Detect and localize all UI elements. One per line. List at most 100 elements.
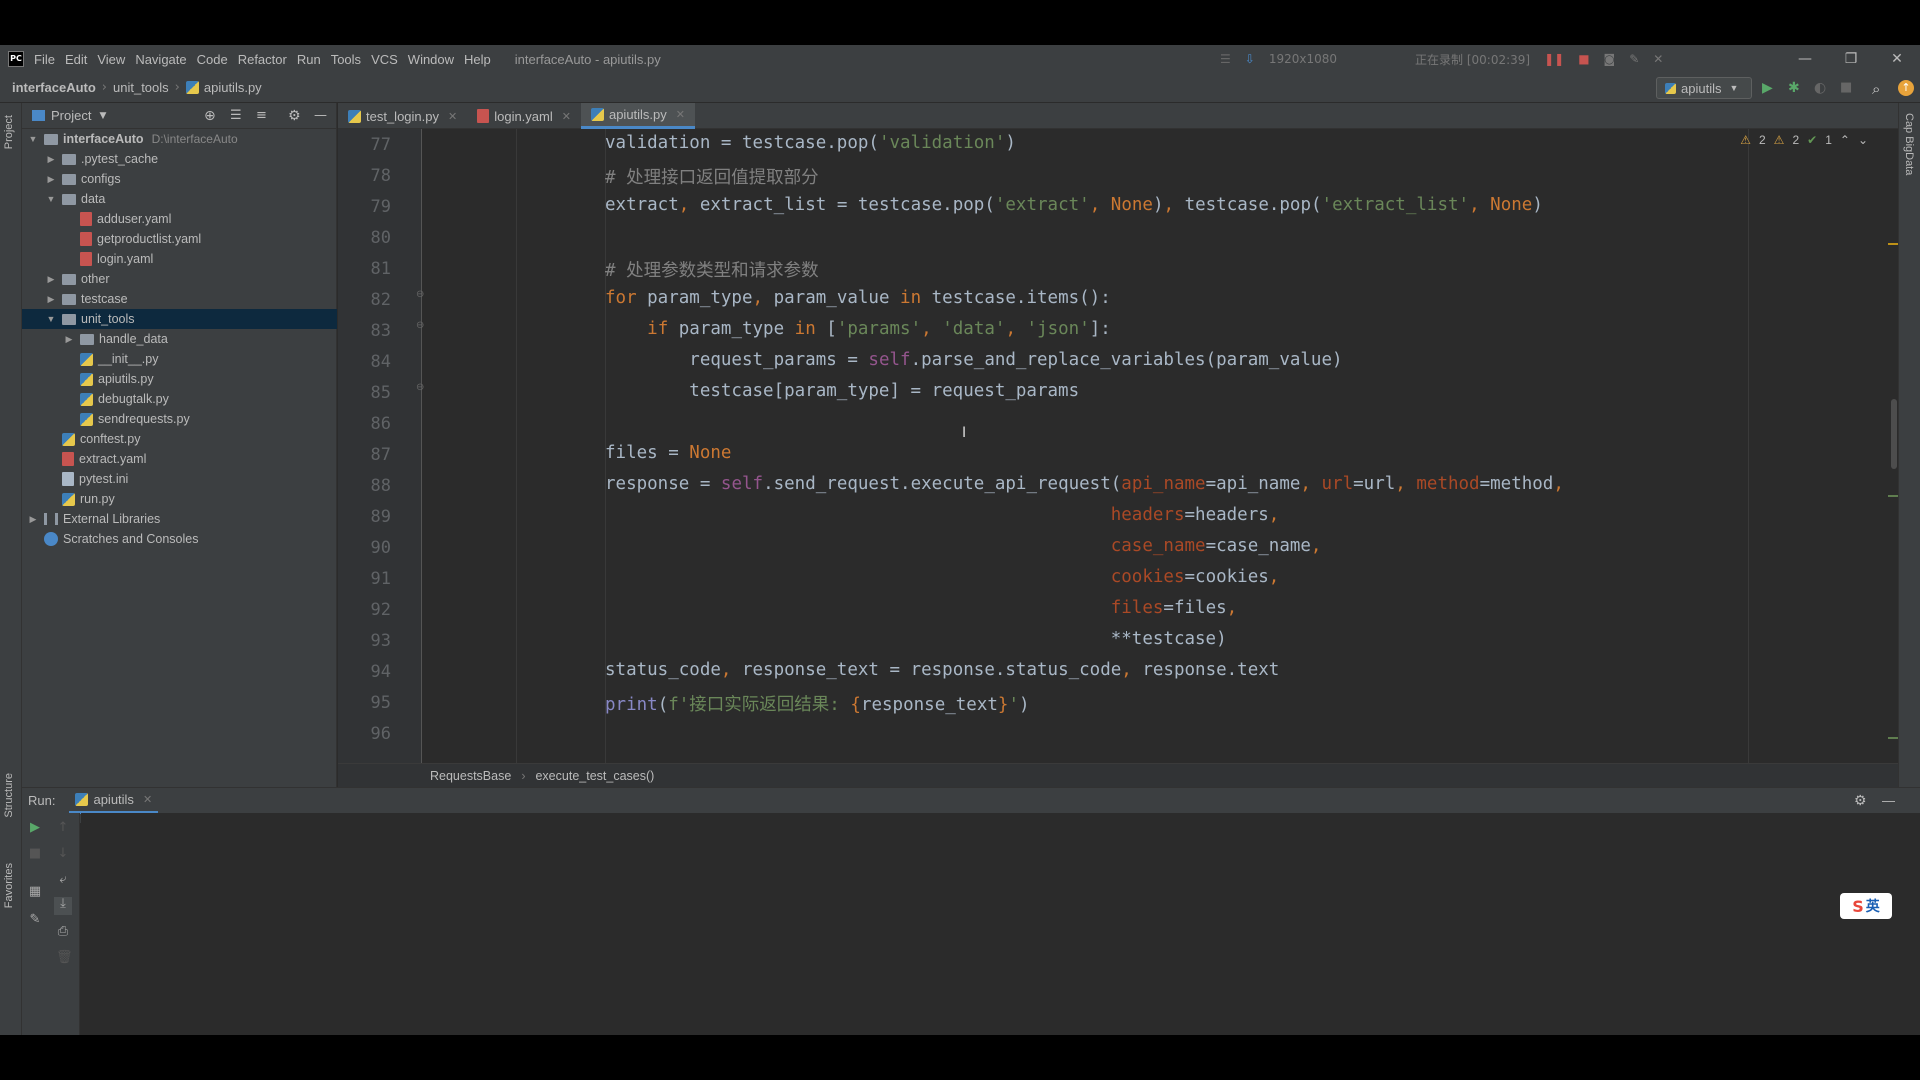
tree-item[interactable]: ▶ .pytest_cache xyxy=(22,149,337,169)
rerun-icon[interactable]: ▶ xyxy=(28,821,42,835)
close-icon[interactable]: ✕ xyxy=(562,110,571,123)
tree-item[interactable]: ▶ handle_data xyxy=(22,329,337,349)
chevron-right-icon[interactable]: ▶ xyxy=(46,294,56,305)
close-recorder-icon[interactable]: ✕ xyxy=(1653,52,1663,66)
fold-marker-icon[interactable]: ⊖ xyxy=(416,320,424,331)
stop-icon[interactable]: ■ xyxy=(1840,80,1856,96)
breadcrumb-class[interactable]: RequestsBase xyxy=(430,769,511,783)
expand-all-icon[interactable]: ☰ xyxy=(230,108,242,123)
soft-wrap-icon[interactable]: ⤶ xyxy=(56,873,70,887)
layout-icon[interactable]: ▦ xyxy=(28,885,42,899)
fold-marker-icon[interactable]: ⊖ xyxy=(416,382,424,393)
project-view-select[interactable]: Project xyxy=(51,108,91,123)
close-icon[interactable]: ✕ xyxy=(676,108,685,121)
tree-item[interactable]: login.yaml xyxy=(22,249,337,269)
menu-file[interactable]: File xyxy=(34,52,55,67)
run-configuration-select[interactable]: apiutils ▼ xyxy=(1656,77,1752,99)
tree-item[interactable]: getproductlist.yaml xyxy=(22,229,337,249)
pause-icon[interactable]: ❚❚ xyxy=(1544,52,1564,66)
close-icon[interactable]: ✕ xyxy=(448,110,457,123)
tree-item[interactable]: ▼ data xyxy=(22,189,337,209)
breadcrumb-method[interactable]: execute_test_cases() xyxy=(535,769,654,783)
camera-icon[interactable]: ◙ xyxy=(1604,52,1616,66)
run-console-output[interactable] xyxy=(81,813,1920,1035)
tree-item[interactable]: ▼ unit_tools xyxy=(22,309,337,329)
tree-item[interactable]: debugtalk.py xyxy=(22,389,337,409)
hide-icon[interactable]: — xyxy=(314,108,327,123)
tab-apiutils[interactable]: apiutils.py ✕ xyxy=(580,103,695,129)
tree-item[interactable]: ▶ testcase xyxy=(22,289,337,309)
coverage-icon[interactable]: ◐ xyxy=(1814,80,1830,96)
tree-item[interactable]: pytest.ini xyxy=(22,469,337,489)
chevron-down-icon[interactable]: ▼ xyxy=(99,111,106,121)
menu-vcs[interactable]: VCS xyxy=(371,52,398,67)
tree-item[interactable]: apiutils.py xyxy=(22,369,337,389)
nav-crumb-folder[interactable]: unit_tools xyxy=(113,80,169,95)
chevron-right-icon[interactable]: ▶ xyxy=(46,154,56,165)
trash-icon[interactable]: 🗑 xyxy=(56,951,73,965)
menu-edit[interactable]: Edit xyxy=(65,52,87,67)
chevron-down-icon[interactable]: ▼ xyxy=(46,194,56,204)
tree-item[interactable]: run.py xyxy=(22,489,337,509)
fold-marker-icon[interactable]: ⊖ xyxy=(416,289,424,300)
print-icon[interactable]: ⎙ xyxy=(56,925,70,939)
tab-test-login[interactable]: test_login.py ✕ xyxy=(338,103,467,129)
menu-code[interactable]: Code xyxy=(197,52,228,67)
pin-icon[interactable]: ✎ xyxy=(28,913,42,927)
stop-icon[interactable]: ■ xyxy=(28,847,42,861)
gear-icon[interactable]: ⚙ xyxy=(288,108,301,124)
tree-item[interactable]: extract.yaml xyxy=(22,449,337,469)
run-icon[interactable]: ▶ xyxy=(1762,80,1778,96)
tree-item[interactable]: ▶ configs xyxy=(22,169,337,189)
stripe-structure[interactable]: Structure xyxy=(3,773,15,818)
menu-view[interactable]: View xyxy=(97,52,125,67)
locate-icon[interactable]: ⊕ xyxy=(204,108,216,124)
tree-item[interactable]: ▶ other xyxy=(22,269,337,289)
chevron-down-icon[interactable]: ⌄ xyxy=(1858,133,1868,147)
close-icon[interactable]: ✕ xyxy=(143,793,152,806)
nav-crumb-file[interactable]: apiutils.py xyxy=(204,80,262,95)
menu-tools[interactable]: Tools xyxy=(331,52,361,67)
tab-login-yaml[interactable]: login.yaml ✕ xyxy=(467,103,581,129)
collapse-all-icon[interactable]: ≡ xyxy=(256,108,267,123)
update-icon[interactable]: ↑ xyxy=(1898,80,1914,96)
chevron-right-icon[interactable]: ▶ xyxy=(46,274,56,285)
tree-item[interactable]: adduser.yaml xyxy=(22,209,337,229)
menu-window[interactable]: Window xyxy=(408,52,454,67)
gear-icon[interactable]: ⚙ xyxy=(1854,792,1867,809)
chevron-down-icon[interactable]: ▼ xyxy=(28,134,38,144)
scrollbar-thumb[interactable] xyxy=(1891,399,1897,469)
close-icon[interactable]: ✕ xyxy=(1874,51,1920,67)
hide-icon[interactable]: — xyxy=(1882,793,1895,808)
inspection-widget[interactable]: ⚠ 2 ⚠ 2 ✔ 1 ⌃ ⌄ xyxy=(1740,133,1868,147)
tree-item[interactable]: ▼ interfaceAuto D:\interfaceAuto xyxy=(22,129,337,149)
scroll-up-icon[interactable]: ↑ xyxy=(56,821,70,835)
run-tab-apiutils[interactable]: apiutils ✕ xyxy=(69,788,159,814)
stripe-favorites[interactable]: Favorites xyxy=(3,863,15,908)
stripe-bigdata[interactable]: Cap BigData xyxy=(1903,113,1915,175)
tree-item[interactable]: sendrequests.py xyxy=(22,409,337,429)
menu-run[interactable]: Run xyxy=(297,52,321,67)
minimize-icon[interactable]: — xyxy=(1782,51,1828,67)
tree-item[interactable]: ▶ External Libraries xyxy=(22,509,337,529)
chevron-down-icon[interactable]: ▼ xyxy=(46,314,56,324)
chevron-right-icon[interactable]: ▶ xyxy=(28,514,38,525)
search-icon[interactable]: ⌕ xyxy=(1872,80,1888,98)
pen-icon[interactable]: ✎ xyxy=(1629,52,1639,66)
chevron-up-icon[interactable]: ⌃ xyxy=(1840,133,1850,147)
menu-refactor[interactable]: Refactor xyxy=(238,52,287,67)
chevron-right-icon[interactable]: ▶ xyxy=(64,334,74,345)
tree-item[interactable]: Scratches and Consoles xyxy=(22,529,337,549)
pin-icon[interactable]: ⇩ xyxy=(1245,52,1255,66)
stripe-project[interactable]: Project xyxy=(3,115,15,149)
scroll-down-icon[interactable]: ↓ xyxy=(56,847,70,861)
chevron-right-icon[interactable]: ▶ xyxy=(46,174,56,185)
stop-record-icon[interactable]: ■ xyxy=(1578,52,1589,66)
ime-indicator[interactable]: S 英 xyxy=(1840,893,1892,919)
scroll-to-end-icon[interactable]: ⤓ xyxy=(54,897,72,915)
nav-crumb-project[interactable]: interfaceAuto xyxy=(12,80,96,95)
menu-help[interactable]: Help xyxy=(464,52,491,67)
tree-item[interactable]: __init__.py xyxy=(22,349,337,369)
recorder-menu-icon[interactable]: ☰ xyxy=(1220,52,1231,66)
tree-item[interactable]: conftest.py xyxy=(22,429,337,449)
